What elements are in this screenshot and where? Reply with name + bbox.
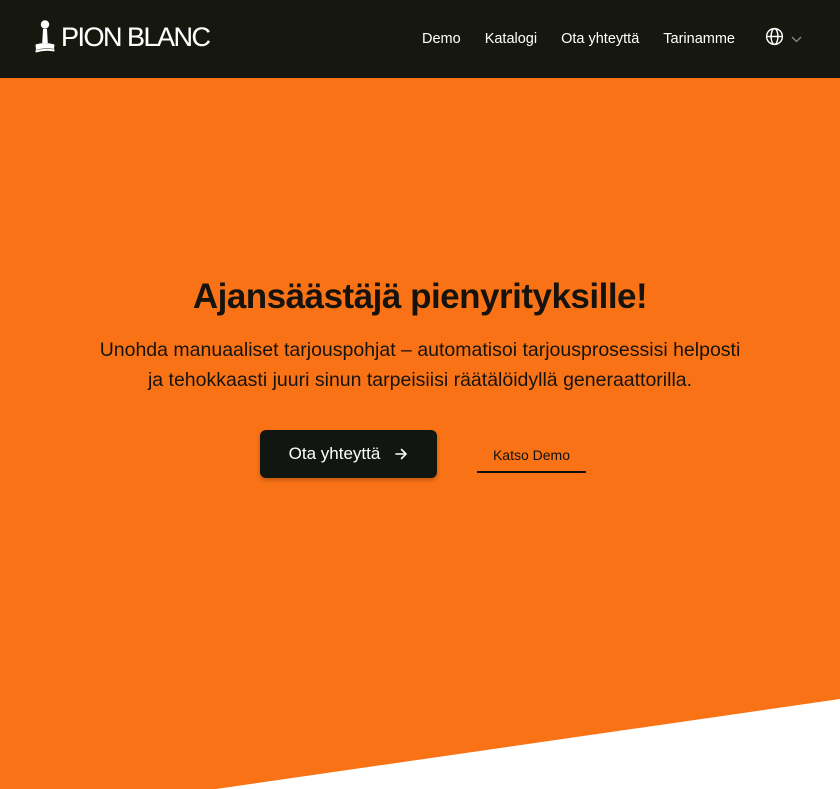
main-nav: Demo Katalogi Ota yhteyttä Tarinamme [422,0,802,78]
nav-link-contact[interactable]: Ota yhteyttä [561,31,639,47]
contact-cta-label: Ota yhteyttä [288,444,381,463]
hero-section: Ajansäästäjä pienyrityksille! Unohda man… [0,78,840,789]
arrow-right-icon [394,447,408,461]
nav-link-story[interactable]: Tarinamme [663,31,735,47]
watch-demo-link[interactable]: Katso Demo [477,442,586,473]
chevron-down-icon [791,30,802,48]
brand-logo[interactable]: PION BLANC [32,17,211,57]
stamp-icon [32,19,58,55]
top-navbar: PION BLANC Demo Katalogi Ota yhteyttä Ta… [0,0,840,78]
globe-icon [765,27,784,51]
hero-diagonal-divider [216,699,840,789]
nav-link-demo[interactable]: Demo [422,31,461,47]
contact-cta-button[interactable]: Ota yhteyttä [260,430,437,478]
hero-title: Ajansäästäjä pienyrityksille! [192,277,648,316]
hero-subtitle: Unohda manuaaliset tarjouspohjat – autom… [99,339,741,391]
language-switcher[interactable] [765,27,802,51]
logo-text: PION BLANC [61,22,211,52]
nav-link-katalogi[interactable]: Katalogi [485,31,537,47]
